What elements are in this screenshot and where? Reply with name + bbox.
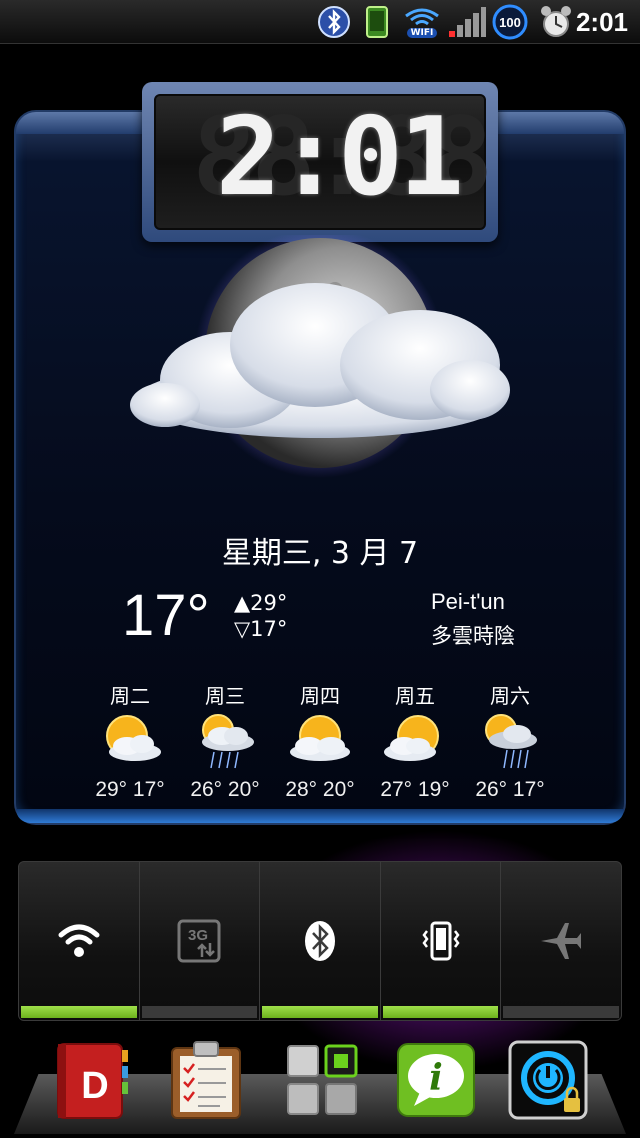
vibrate-toggle-indicator: [382, 1006, 499, 1018]
forecast-temps: 29° 17°: [95, 778, 165, 801]
forecast-day-name: 周三: [205, 684, 245, 708]
status-bar[interactable]: WIFI 100 2:01: [0, 0, 640, 44]
dictionary-app-icon[interactable]: D: [52, 1040, 132, 1120]
panel-bottom-bar: [16, 809, 624, 823]
moon-cloud-icon[interactable]: [120, 228, 520, 485]
wifi-toggle-indicator: [21, 1006, 137, 1018]
app-drawer-icon[interactable]: [282, 1040, 362, 1120]
partly-sunny-icon: [384, 715, 439, 761]
battery-icon: 100: [490, 4, 530, 40]
power-lock-app-icon[interactable]: [508, 1040, 588, 1120]
quick-toggles-bar[interactable]: 3G: [18, 861, 622, 1021]
forecast-day[interactable]: 周三 26° 20°: [177, 680, 273, 802]
battery-level: 100: [499, 15, 521, 30]
forecast-day[interactable]: 周五 27° 19°: [367, 680, 463, 802]
forecast-temps: 27° 19°: [380, 778, 450, 801]
forecast-day-name: 周二: [110, 684, 150, 708]
clipboard-notes-app-icon[interactable]: [166, 1040, 246, 1120]
forecast-strip[interactable]: 周二 29° 17° 周三 26° 20° 周四 28° 20° 周五 27° …: [82, 680, 562, 805]
vibrate-toggle[interactable]: [381, 862, 502, 1020]
forecast-day-name: 周六: [490, 684, 530, 708]
forecast-temps: 26° 17°: [475, 778, 545, 801]
vibrate-icon: [422, 921, 460, 961]
forecast-temps: 26° 20°: [190, 778, 260, 801]
weather-condition: 多雲時陰: [431, 624, 515, 648]
3g-data-icon: 3G: [177, 919, 221, 963]
airplane-icon: [541, 923, 582, 959]
forecast-day-name: 周五: [395, 684, 435, 708]
partly-sunny-icon: [290, 715, 350, 761]
bluetooth-icon: [314, 4, 354, 40]
sun-rain-icon: [485, 714, 537, 769]
forecast-temps: 28° 20°: [285, 778, 355, 801]
status-time: 2:01: [575, 7, 628, 37]
clock-time: 2:01: [215, 95, 464, 220]
sun-rain-icon: [202, 714, 254, 769]
info-letter: i: [429, 1057, 443, 1099]
forecast-day[interactable]: 周六 26° 17°: [462, 680, 558, 802]
dictionary-letter: D: [81, 1065, 108, 1107]
bluetooth-toggle-indicator: [262, 1006, 378, 1018]
high-temperature: ▲29°: [234, 591, 288, 615]
3g-label: 3G: [188, 927, 208, 944]
flip-clock[interactable]: 88:88 2:01: [142, 82, 498, 242]
date-text: 星期三, 3 月 7: [221, 536, 419, 571]
screen-icon: [358, 4, 396, 40]
airplane-toggle-indicator: [503, 1006, 619, 1018]
bluetooth-toggle[interactable]: [260, 862, 381, 1020]
current-temperature: 17°: [122, 583, 210, 648]
wifi-label: WIFI: [406, 28, 438, 38]
app-dock[interactable]: D i: [0, 1034, 640, 1138]
city-name[interactable]: Pei-t'un: [431, 589, 505, 615]
wifi-toggle[interactable]: [19, 862, 140, 1020]
wifi-icon: [58, 924, 100, 957]
wifi-icon: WIFI: [400, 4, 444, 40]
low-temperature: ▽17°: [234, 617, 288, 641]
airplane-toggle[interactable]: [501, 862, 621, 1020]
forecast-day[interactable]: 周四 28° 20°: [272, 680, 368, 802]
info-messages-app-icon[interactable]: i: [396, 1040, 476, 1120]
3g-data-toggle[interactable]: 3G: [140, 862, 261, 1020]
forecast-day-name: 周四: [300, 684, 340, 708]
alarm-icon: [536, 4, 576, 40]
bluetooth-icon: [304, 921, 335, 961]
forecast-day[interactable]: 周二 29° 17°: [82, 680, 178, 802]
clock-face: 88:88 2:01: [154, 94, 493, 230]
partly-sunny-icon: [106, 715, 161, 761]
3g-data-toggle-indicator: [141, 1006, 258, 1018]
signal-icon: [446, 4, 488, 40]
